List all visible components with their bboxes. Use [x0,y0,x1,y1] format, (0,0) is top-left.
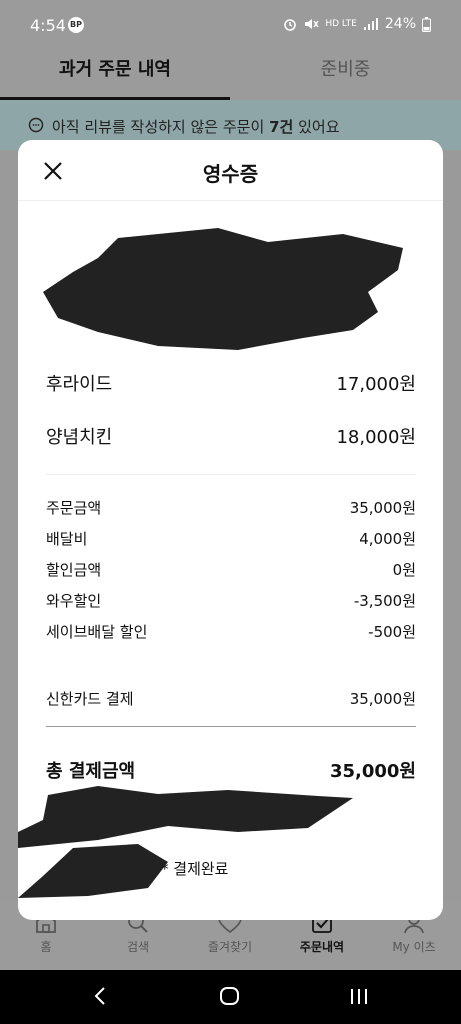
review-banner-text: 아직 리뷰를 작성하지 않은 주문이 7건 있어요 [52,116,340,137]
payment-method: 신한카드 결제 [46,690,134,708]
battery-percent: 24% [384,16,416,32]
fee-label: 주문금액 [46,499,102,517]
nav-home-label: 홈 [40,940,52,954]
order-tabs: 과거 주문 내역 준비중 [0,50,461,100]
item-name: 후라이드 [46,374,113,395]
network-label: HD LTE [325,19,357,29]
fee-label: 배달비 [46,530,88,548]
receipt-modal: 영수증 후라이드 17,000원 양념치킨 18,000원 주문금액 35,00… [18,140,443,920]
unreviewed-count: 7건 [269,118,294,136]
item-price: 18,000원 [336,427,416,448]
signal-icon [363,18,378,30]
tab-preparing[interactable]: 준비중 [230,50,461,100]
fee-label: 세이브배달 할인 [46,623,148,641]
fee-value: 4,000원 [359,530,416,548]
system-nav-bar [0,970,461,1024]
item-name: 양념치킨 [46,427,113,448]
item-price: 17,000원 [336,374,416,395]
modal-title: 영수증 [202,162,259,186]
modal-header: 영수증 [18,140,443,201]
app-notification-icon: BP [68,17,84,33]
mute-icon [305,19,319,29]
redacted-store-info [43,228,403,350]
nav-orders-label: 주문내역 [299,940,345,954]
home-button-icon[interactable] [219,985,241,1007]
nav-favorites-label: 즐겨찾기 [207,940,253,954]
alarm-icon [284,19,297,31]
tab-past-orders[interactable]: 과거 주문 내역 [0,50,230,100]
battery-icon [422,16,431,32]
banner-suffix: 있어요 [298,118,340,136]
fee-label: 와우할인 [46,592,102,610]
divider [46,474,416,475]
payment-amount: 35,000원 [349,690,416,708]
status-bar: 4:54 BP HD LTE 24% [0,0,461,50]
fee-value: -500원 [368,623,416,641]
banner-prefix: 아직 리뷰를 작성하지 않은 주문이 [52,118,265,136]
total-divider [46,726,416,727]
back-icon[interactable] [92,985,110,1007]
fee-label: 할인금액 [46,561,102,579]
redacted-order-details [18,786,353,898]
fee-value: 35,000원 [349,499,416,517]
status-time: 4:54 [30,16,66,35]
nav-search-label: 검색 [126,940,150,954]
nav-my-eats-label: My 이츠 [392,940,436,954]
chat-icon [28,117,44,133]
status-icons: HD LTE 24% [283,16,431,32]
recent-apps-icon[interactable] [349,985,369,1007]
fee-value: 0원 [392,561,416,579]
fee-value: -3,500원 [353,592,416,610]
